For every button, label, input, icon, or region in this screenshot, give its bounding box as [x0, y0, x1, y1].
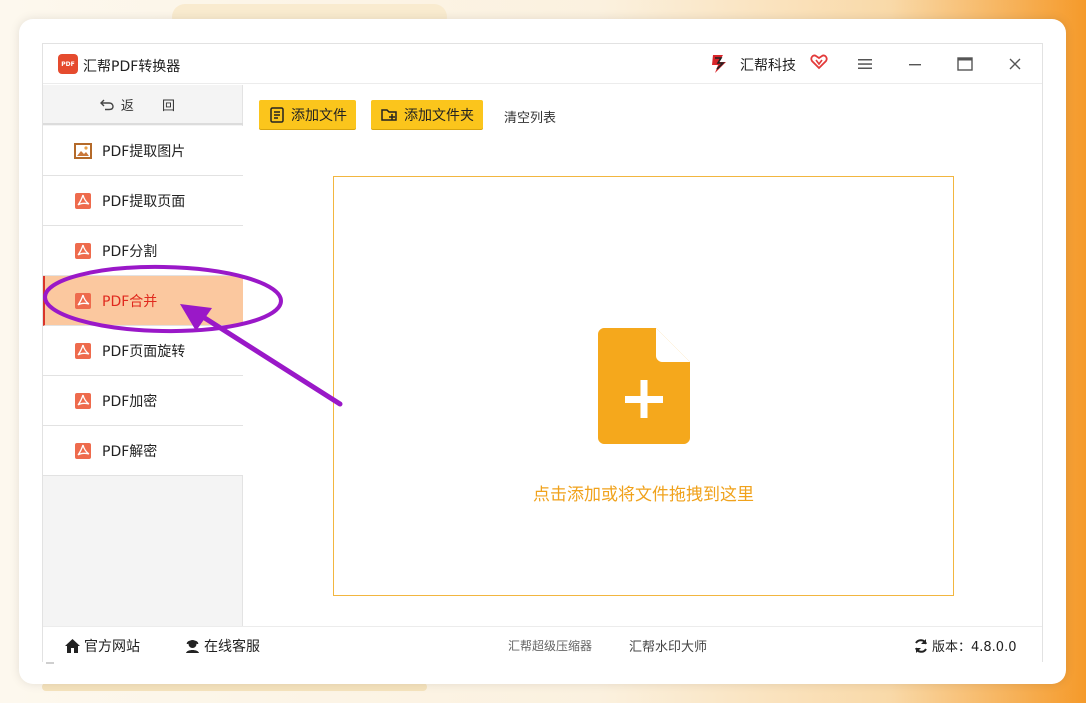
pdf-icon [75, 192, 91, 209]
add-file-icon [598, 328, 690, 444]
close-button[interactable] [1002, 52, 1028, 76]
sidebar-item-label: PDF合并 [102, 293, 158, 310]
close-icon [1009, 58, 1021, 70]
file-list-icon [270, 106, 284, 123]
minimize-button[interactable] [902, 52, 928, 76]
background-bar [42, 683, 427, 691]
add-folder-button[interactable]: 添加文件夹 [371, 100, 483, 129]
brand-name: 汇帮科技 [740, 58, 796, 74]
sidebar-item-split[interactable]: PDF分割 [43, 226, 243, 276]
folder-add-icon [381, 108, 397, 121]
sidebar-item-label: PDF解密 [102, 443, 158, 460]
back-button[interactable]: 返 回 [43, 85, 243, 125]
version-label: 版本：4.8.0.0 [932, 640, 1017, 655]
menu-button[interactable] [852, 52, 878, 76]
app-window: PDF 汇帮PDF转换器 汇帮科技 返 回 PDF提取图片 PDF提取页面 PD… [42, 43, 1043, 664]
home-icon [65, 639, 80, 653]
maximize-icon [957, 57, 973, 71]
brand-logo-icon [712, 55, 726, 73]
add-folder-label: 添加文件夹 [404, 107, 474, 124]
app-logo-icon: PDF [58, 54, 78, 74]
add-file-label: 添加文件 [291, 107, 347, 124]
compressor-link[interactable]: 汇帮超级压缩器 [508, 637, 592, 654]
sidebar-item-label: PDF提取页面 [102, 193, 186, 210]
version-info[interactable]: 版本：4.8.0.0 [913, 636, 1016, 655]
title-bar: PDF 汇帮PDF转换器 汇帮科技 [43, 44, 1042, 84]
menu-icon [858, 59, 872, 69]
pdf-icon [75, 442, 91, 459]
image-icon [74, 142, 92, 159]
support-agent-icon [186, 640, 199, 653]
refresh-icon [915, 638, 927, 653]
online-support-label: 在线客服 [204, 639, 260, 655]
sidebar-item-label: PDF提取图片 [102, 143, 186, 160]
vip-heart-icon[interactable] [810, 53, 828, 71]
official-website-label: 官方网站 [84, 639, 140, 655]
pdf-icon [75, 392, 91, 409]
back-label: 返 回 [120, 98, 188, 114]
sidebar-item-extract-pages[interactable]: PDF提取页面 [43, 176, 243, 226]
sidebar-item-encrypt[interactable]: PDF加密 [43, 376, 243, 426]
pdf-icon [75, 342, 91, 359]
sidebar-item-label: PDF分割 [102, 243, 158, 260]
footer-bar: 官方网站 在线客服 汇帮超级压缩器 汇帮水印大师 版本：4.8.0.0 [43, 626, 1042, 662]
pdf-icon [75, 292, 91, 309]
app-title: 汇帮PDF转换器 [83, 59, 181, 75]
sidebar-item-extract-images[interactable]: PDF提取图片 [43, 126, 243, 176]
back-arrow-icon [99, 99, 114, 111]
watermark-link[interactable]: 汇帮水印大师 [629, 636, 707, 655]
pdf-icon [75, 242, 91, 259]
sidebar-item-label: PDF页面旋转 [102, 343, 186, 360]
online-support-link[interactable]: 在线客服 [184, 636, 260, 656]
official-website-link[interactable]: 官方网站 [64, 636, 140, 656]
sidebar: 返 回 PDF提取图片 PDF提取页面 PDF分割 PDF合并 PDF页面旋转 … [43, 85, 243, 664]
sidebar-item-rotate[interactable]: PDF页面旋转 [43, 326, 243, 376]
drop-zone-hint: 点击添加或将文件拖拽到这里 [533, 485, 754, 505]
maximize-button[interactable] [952, 52, 978, 76]
clear-list-button[interactable]: 清空列表 [504, 107, 556, 126]
sidebar-item-label: PDF加密 [102, 393, 158, 410]
sidebar-item-decrypt[interactable]: PDF解密 [43, 426, 243, 476]
minimize-icon [909, 64, 921, 66]
add-file-button[interactable]: 添加文件 [259, 100, 356, 129]
file-drop-zone[interactable]: 点击添加或将文件拖拽到这里 [333, 176, 954, 596]
sidebar-item-merge[interactable]: PDF合并 [43, 276, 243, 326]
